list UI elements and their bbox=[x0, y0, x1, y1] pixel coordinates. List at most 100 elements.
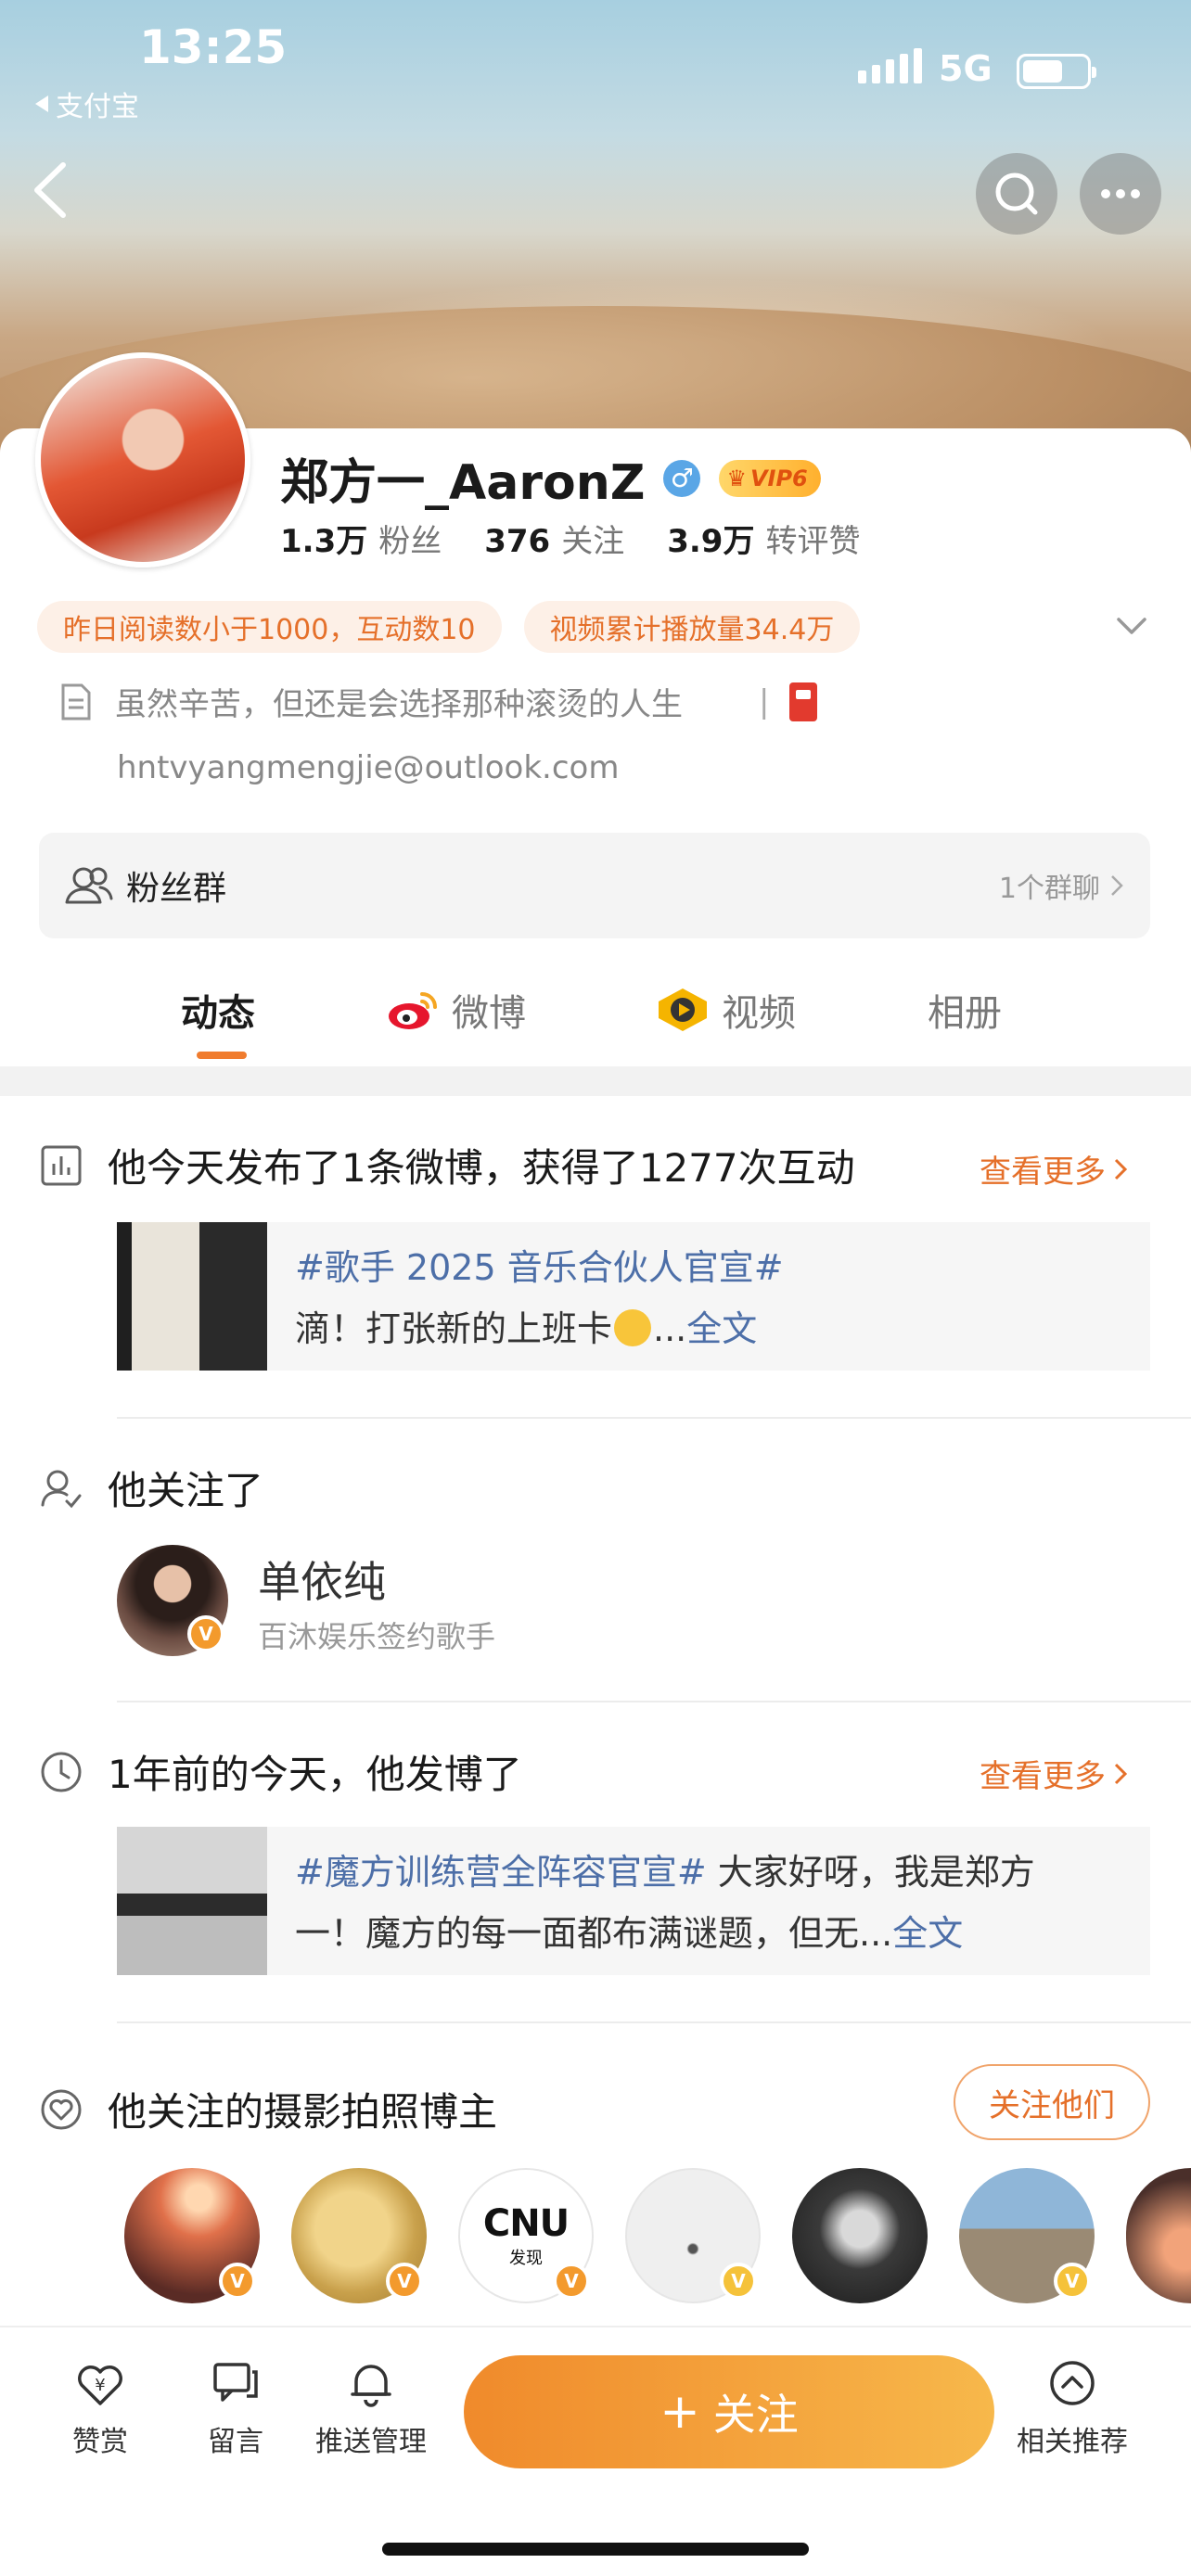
follow-them-button[interactable]: 关注他们 bbox=[954, 2064, 1150, 2140]
year-ago-post-body-2: 一！魔方的每一面都布满谜题，但无... bbox=[295, 1913, 893, 1954]
chevron-up-circle-icon bbox=[1050, 2361, 1095, 2405]
stat-fans-value: 1.3万 bbox=[280, 523, 368, 560]
stats-chart-icon bbox=[41, 1145, 82, 1185]
year-ago-post-hashtag[interactable]: #魔方训练营全阵容官宣# bbox=[295, 1852, 707, 1893]
mailbox-icon bbox=[789, 682, 818, 721]
year-ago-title: 1年前的今天，他发博了 bbox=[108, 1752, 522, 1797]
network-type: 5G bbox=[939, 48, 992, 89]
year-ago-post-text: #魔方训练营全阵容官宣# 大家好呀，我是郑方 一！魔方的每一面都布满谜题，但无.… bbox=[267, 1827, 1063, 1975]
tag-video-plays[interactable]: 视频累计播放量34.4万 bbox=[523, 601, 861, 653]
message-icon bbox=[213, 2363, 258, 2402]
emoji-icon bbox=[614, 1309, 652, 1346]
tab-dynamic[interactable]: 动态 bbox=[181, 983, 255, 1037]
related-recommend-button[interactable]: 相关推荐 bbox=[1017, 2357, 1128, 2459]
today-see-more-link[interactable]: 查看更多 bbox=[980, 1146, 1128, 1192]
follow-button[interactable]: + 关注 bbox=[464, 2355, 994, 2468]
follow-button-label: 关注 bbox=[712, 2390, 799, 2440]
profile-tags: 昨日阅读数小于1000，互动数10 视频累计播放量34.4万 bbox=[37, 601, 861, 653]
chevron-right-icon bbox=[1114, 1158, 1128, 1180]
photographers-title: 他关注的摄影拍照博主 bbox=[108, 2089, 498, 2135]
stat-fans-label: 粉丝 bbox=[378, 523, 442, 560]
plus-icon: + bbox=[660, 2384, 700, 2440]
following-title: 他关注了 bbox=[108, 1468, 264, 1513]
profile-email[interactable]: hntvyangmengjie@outlook.com bbox=[117, 749, 619, 786]
stat-interactions-value: 3.9万 bbox=[667, 523, 755, 560]
cnu-logo-text: CNU bbox=[482, 2202, 570, 2245]
verified-badge-icon: V bbox=[219, 2263, 256, 2300]
back-app-label: 支付宝 bbox=[56, 91, 139, 123]
profile-avatar[interactable] bbox=[35, 352, 250, 567]
group-users-icon bbox=[65, 867, 113, 904]
year-ago-see-more-link[interactable]: 查看更多 bbox=[980, 1751, 1128, 1796]
chevron-down-icon[interactable] bbox=[1113, 612, 1150, 640]
today-post-ellipsis: ... bbox=[653, 1308, 687, 1349]
back-arrow-icon[interactable] bbox=[28, 158, 74, 223]
home-indicator[interactable] bbox=[382, 2543, 809, 2556]
divider-line bbox=[117, 1701, 1191, 1702]
today-see-more-text: 查看更多 bbox=[980, 1154, 1106, 1191]
verified-badge-icon: V bbox=[1054, 2263, 1091, 2300]
year-ago-post-body-1: 大家好呀，我是郑方 bbox=[706, 1852, 1035, 1893]
today-post-thumbnail bbox=[117, 1222, 267, 1371]
vip-badge[interactable]: ♛ VIP6 bbox=[719, 459, 821, 497]
more-dots-icon bbox=[1101, 189, 1140, 198]
heart-icon bbox=[41, 2089, 82, 2129]
reward-button[interactable]: ¥ 赞赏 bbox=[72, 2357, 128, 2459]
fans-group-label: 粉丝群 bbox=[126, 870, 227, 908]
today-summary-header: 他今天发布了1条微博，获得了1277次互动 bbox=[39, 1137, 855, 1193]
stat-fans[interactable]: 1.3万 粉丝 bbox=[280, 516, 442, 561]
today-post-text: #歌手 2025 音乐合伙人官宣# 滴！打张新的上班卡 ...全文 bbox=[267, 1222, 812, 1371]
today-post-card[interactable]: #歌手 2025 音乐合伙人官宣# 滴！打张新的上班卡 ...全文 bbox=[117, 1222, 1150, 1371]
tab-weibo[interactable]: 微博 bbox=[385, 983, 526, 1037]
message-button[interactable]: 留言 bbox=[208, 2357, 263, 2459]
year-ago-post-thumbnail bbox=[117, 1827, 267, 1975]
male-gender-icon: ♂ bbox=[663, 459, 701, 497]
year-ago-header: 1年前的今天，他发博了 bbox=[39, 1743, 522, 1800]
profile-bio: 虽然辛苦，但还是会选择那种滚烫的人生 | bbox=[58, 679, 818, 724]
tab-album[interactable]: 相册 bbox=[928, 983, 1002, 1037]
tab-video-label: 视频 bbox=[722, 992, 796, 1035]
followed-user-name[interactable]: 单依纯 bbox=[258, 1549, 386, 1610]
photographers-header: 他关注的摄影拍照博主 bbox=[39, 2081, 497, 2137]
tag-read-stats[interactable]: 昨日阅读数小于1000，互动数10 bbox=[37, 601, 502, 653]
today-post-full-link[interactable]: 全文 bbox=[686, 1308, 757, 1349]
push-management-button[interactable]: 推送管理 bbox=[315, 2357, 427, 2459]
bio-separator: | bbox=[759, 682, 770, 721]
message-label: 留言 bbox=[208, 2426, 263, 2458]
search-button[interactable] bbox=[976, 153, 1057, 235]
back-triangle-icon bbox=[35, 96, 48, 112]
search-icon bbox=[995, 172, 1038, 215]
verified-badge-text: V bbox=[731, 2270, 746, 2292]
verified-badge-icon: V bbox=[187, 1615, 224, 1652]
profile-name: 郑方一_AaronZ bbox=[280, 455, 646, 511]
year-ago-post-full-link[interactable]: 全文 bbox=[892, 1913, 963, 1954]
stat-interactions[interactable]: 3.9万 转评赞 bbox=[667, 516, 860, 561]
bio-text: 虽然辛苦，但还是会选择那种滚烫的人生 bbox=[115, 686, 683, 723]
following-header: 他关注了 bbox=[39, 1460, 263, 1516]
fans-group-entry[interactable]: 粉丝群 1个群聊 bbox=[39, 833, 1150, 938]
stat-following[interactable]: 376 关注 bbox=[484, 516, 624, 561]
photographer-avatar[interactable] bbox=[792, 2168, 928, 2303]
year-ago-post-card[interactable]: #魔方训练营全阵容官宣# 大家好呀，我是郑方 一！魔方的每一面都布满谜题，但无.… bbox=[117, 1827, 1150, 1975]
stat-following-value: 376 bbox=[484, 523, 551, 560]
verified-badge-icon: V bbox=[386, 2263, 423, 2300]
crown-icon: ♛ bbox=[726, 465, 747, 491]
today-summary-title: 他今天发布了1条微博，获得了1277次互动 bbox=[108, 1145, 855, 1191]
reward-icon: ¥ bbox=[78, 2366, 122, 2405]
verified-badge-text: V bbox=[198, 1623, 213, 1645]
more-options-button[interactable] bbox=[1080, 153, 1161, 235]
weibo-logo-icon bbox=[389, 992, 437, 1029]
section-divider bbox=[0, 1066, 1191, 1096]
fans-group-count: 1个群聊 bbox=[999, 865, 1124, 906]
back-to-app-link[interactable]: 支付宝 bbox=[35, 83, 139, 124]
verified-badge-text: V bbox=[230, 2270, 245, 2292]
signal-icon bbox=[858, 48, 922, 83]
stat-following-label: 关注 bbox=[561, 523, 625, 560]
year-ago-see-more-text: 查看更多 bbox=[980, 1758, 1106, 1795]
tab-video[interactable]: 视频 bbox=[657, 983, 796, 1037]
status-bar: 13:25 支付宝 5G bbox=[0, 0, 1191, 130]
document-icon bbox=[61, 683, 91, 720]
today-post-hashtag[interactable]: #歌手 2025 音乐合伙人官宣# bbox=[295, 1247, 784, 1288]
profile-name-row: 郑方一_AaronZ ♂ ♛ VIP6 bbox=[280, 443, 821, 513]
user-follow-icon bbox=[41, 1470, 82, 1508]
